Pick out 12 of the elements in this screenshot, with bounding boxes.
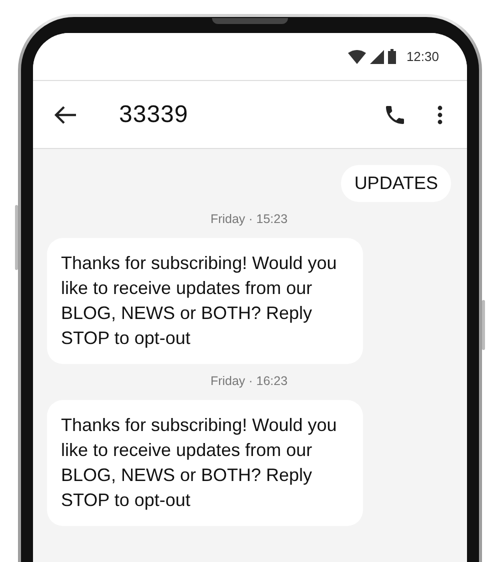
received-message: Thanks for subscribing! Would you like to receive updates from our BLOG, NEWS or BOTH? Reply STOP to opt-out xyxy=(47,400,363,526)
received-message: Thanks for subscribing! Would you like to receive updates from our BLOG, NEWS or BOTH? Reply STOP to opt-out xyxy=(47,238,363,364)
conversation-title: 33339 xyxy=(119,100,190,128)
wifi-icon xyxy=(348,50,366,64)
message-timestamp: Friday · 16:23 xyxy=(210,374,288,388)
back-arrow-icon[interactable] xyxy=(53,104,77,124)
sent-message: UPDATES xyxy=(341,165,451,202)
status-time: 12:30 xyxy=(406,49,439,64)
battery-icon xyxy=(388,49,396,64)
signal-icon xyxy=(370,50,384,64)
message-timestamp: Friday · 15:23 xyxy=(210,212,288,226)
more-options-icon[interactable] xyxy=(437,104,443,124)
